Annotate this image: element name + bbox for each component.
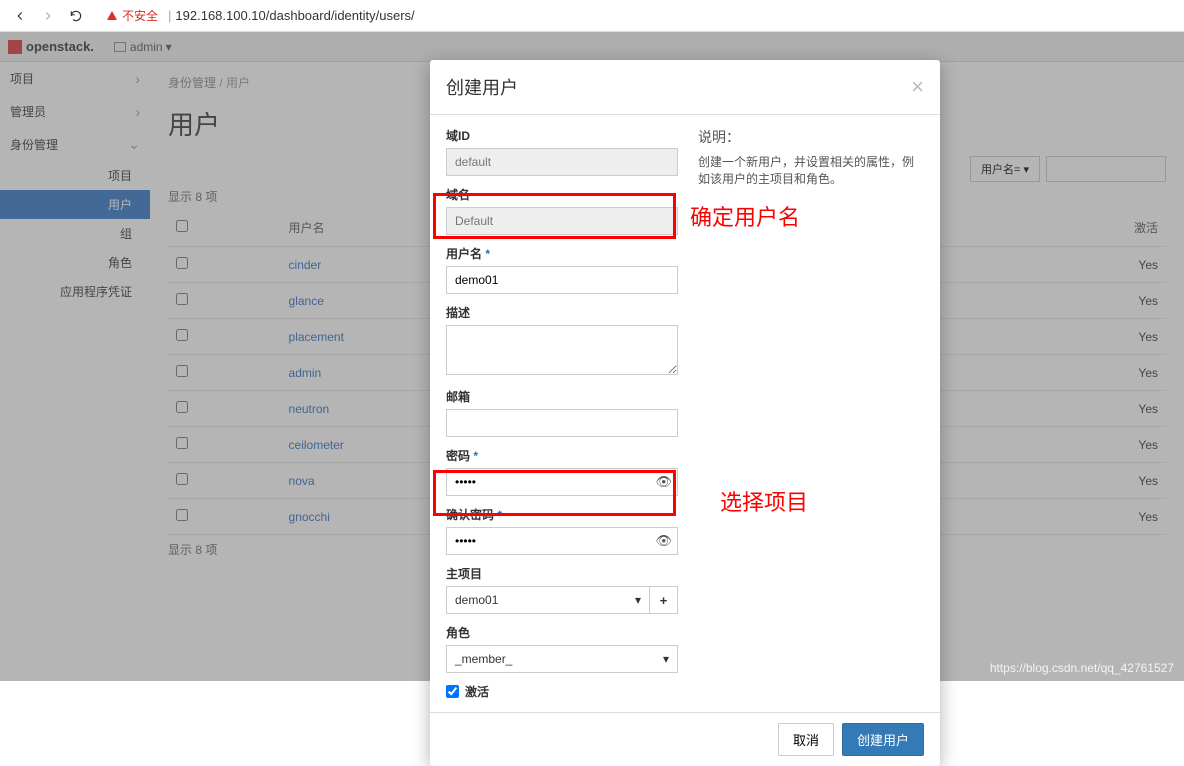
eye-icon[interactable]: 👁	[655, 474, 672, 490]
create-user-modal: 创建用户 × 域IDdefault 域名Default 用户名 * 描述 邮箱 …	[430, 60, 940, 766]
label-confirm: 确认密码 *	[446, 506, 678, 523]
label-username: 用户名 *	[446, 245, 678, 262]
email-input[interactable]	[446, 409, 678, 437]
eye-icon-2[interactable]: 👁	[655, 533, 672, 549]
forward-button[interactable]	[38, 6, 58, 26]
username-input[interactable]	[446, 266, 678, 294]
role-select[interactable]: _member_▾	[446, 645, 678, 673]
domain-name-field: Default	[446, 207, 678, 235]
project-select[interactable]: demo01▾	[446, 586, 650, 614]
add-project-button[interactable]: +	[650, 586, 678, 614]
label-domain-id: 域ID	[446, 127, 678, 144]
label-desc: 描述	[446, 304, 678, 321]
password-input[interactable]	[446, 468, 678, 496]
cancel-button[interactable]: 取消	[778, 723, 834, 756]
modal-title: 创建用户	[446, 74, 518, 100]
label-role: 角色	[446, 624, 678, 641]
confirm-password-input[interactable]	[446, 527, 678, 555]
domain-id-field: default	[446, 148, 678, 176]
label-enable: 激活	[465, 683, 489, 700]
enable-checkbox[interactable]	[446, 685, 459, 698]
submit-button[interactable]: 创建用户	[842, 723, 924, 756]
back-button[interactable]	[10, 6, 30, 26]
desc-title: 说明：	[698, 127, 924, 147]
url-text[interactable]: 192.168.100.10/dashboard/identity/users/	[175, 8, 414, 23]
label-domain-name: 域名	[446, 186, 678, 203]
watermark: https://blog.csdn.net/qq_42761527	[990, 661, 1174, 675]
desc-textarea[interactable]	[446, 325, 678, 375]
label-password: 密码 *	[446, 447, 678, 464]
label-project: 主项目	[446, 565, 678, 582]
label-email: 邮箱	[446, 388, 678, 405]
desc-text: 创建一个新用户，并设置相关的属性，例如该用户的主项目和角色。	[698, 153, 924, 187]
close-icon[interactable]: ×	[911, 76, 924, 98]
not-secure-badge: 不安全	[106, 7, 158, 24]
browser-bar: 不安全 | 192.168.100.10/dashboard/identity/…	[0, 0, 1184, 32]
reload-button[interactable]	[66, 6, 86, 26]
